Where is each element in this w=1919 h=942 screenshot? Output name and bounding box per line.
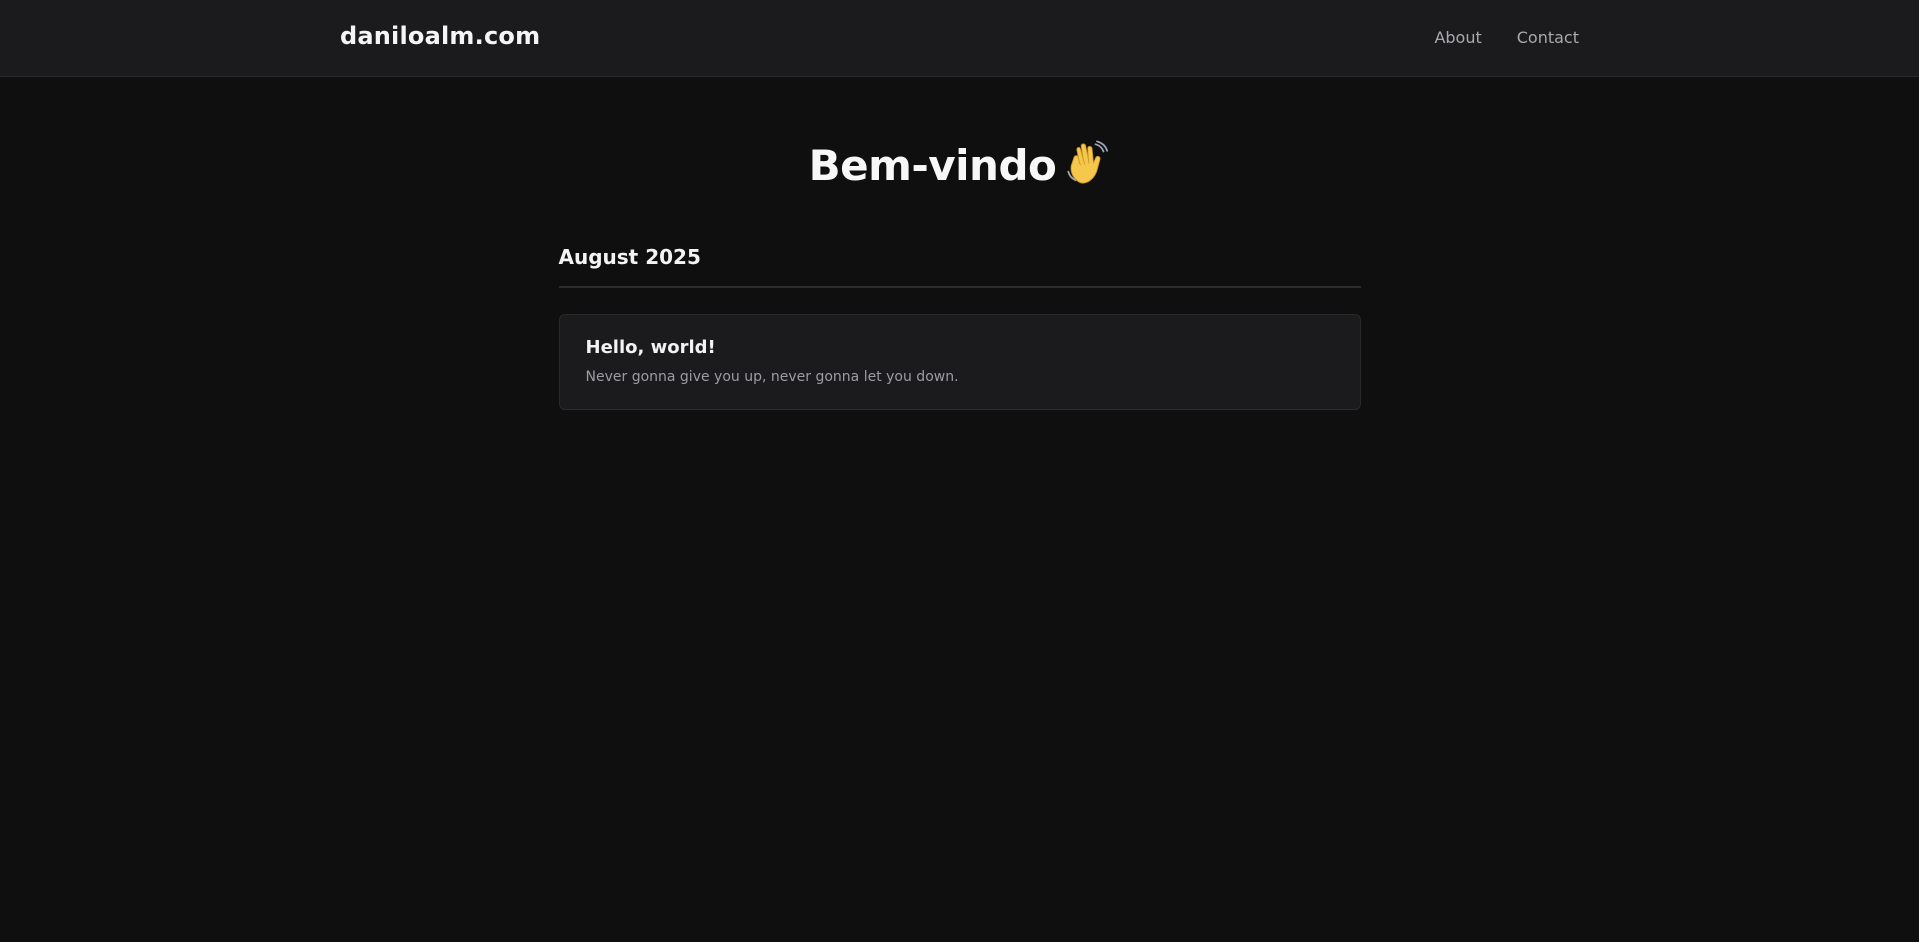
nav-link-contact[interactable]: Contact: [1517, 28, 1579, 47]
page-title-text: Bem-vindo: [808, 141, 1057, 190]
site-header: daniloalm.com About Contact: [0, 0, 1919, 77]
archive-month-section: August 2025 Hello, world! Never gonna gi…: [558, 244, 1361, 410]
archive-month-heading: August 2025: [558, 244, 1361, 288]
main-content: Bem-vindo August 2025 Hello, world! Neve…: [558, 77, 1361, 410]
main-nav: About Contact: [1434, 28, 1579, 47]
post-excerpt: Never gonna give you up, never gonna let…: [585, 369, 959, 385]
nav-link-about[interactable]: About: [1434, 28, 1481, 47]
waving-hand-icon: [1064, 140, 1110, 186]
page-title: Bem-vindo: [559, 77, 1361, 192]
post-title: Hello, world!: [585, 337, 716, 358]
post-card[interactable]: Hello, world! Never gonna give you up, n…: [558, 314, 1361, 410]
site-brand-link[interactable]: daniloalm.com: [340, 22, 540, 50]
header-inner: daniloalm.com About Contact: [0, 0, 1919, 77]
